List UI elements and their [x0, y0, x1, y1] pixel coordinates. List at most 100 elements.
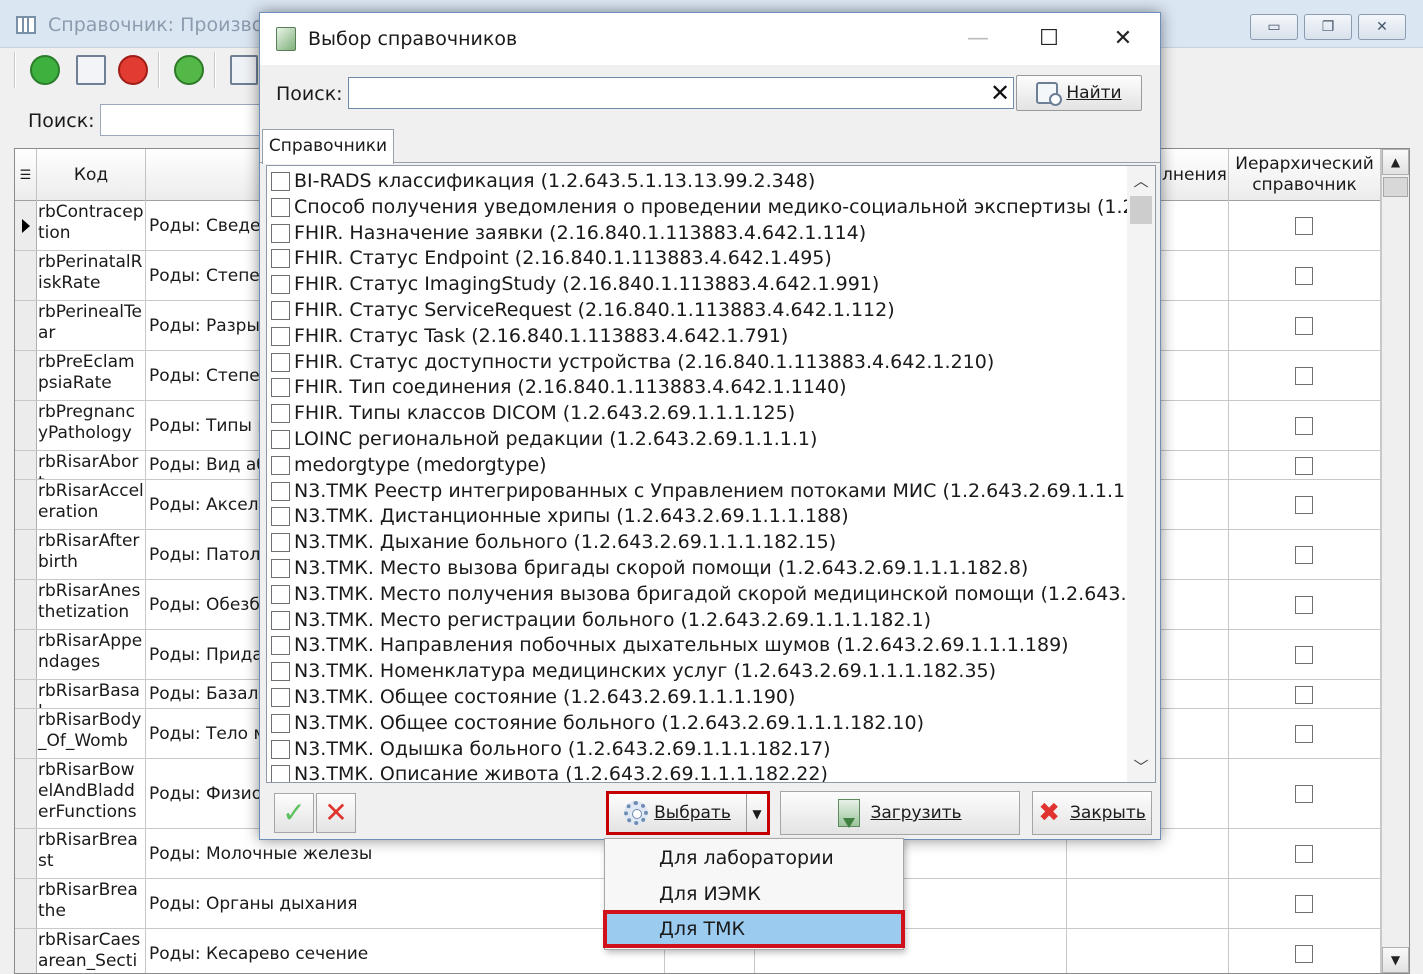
row-indicator[interactable] [15, 680, 37, 708]
row-indicator[interactable] [15, 451, 37, 479]
dropdown-item[interactable]: Для лаборатории [605, 841, 903, 875]
row-indicator[interactable] [15, 351, 37, 400]
list-item[interactable]: N3.ТМК. Дыхание больного (1.2.643.2.69.1… [267, 529, 1129, 555]
list-item-checkbox[interactable] [271, 610, 290, 630]
column-header-code[interactable]: Код [37, 149, 146, 201]
scroll-thumb[interactable] [1383, 177, 1408, 197]
row-indicator[interactable] [15, 829, 37, 878]
list-item-checkbox[interactable] [271, 688, 290, 707]
list-item[interactable]: LOINC региональной редакции (1.2.643.2.6… [267, 426, 1129, 452]
list-item-checkbox[interactable] [271, 249, 290, 269]
hierarchical-checkbox[interactable] [1295, 417, 1313, 435]
list-item[interactable]: N3.ТМК. Место получения вызова бригадой … [267, 581, 1129, 607]
check-all-button[interactable]: ✓ [274, 793, 314, 833]
row-indicator[interactable] [15, 251, 37, 300]
list-item-checkbox[interactable] [271, 301, 290, 320]
chevron-down-icon[interactable]: ﹀ [1127, 754, 1155, 780]
list-item[interactable]: N3.ТМК. Место вызова бригады скорой помо… [267, 555, 1129, 581]
list-item-checkbox[interactable] [271, 559, 290, 578]
tab-catalogs[interactable]: Справочники [262, 129, 394, 164]
scroll-up-icon[interactable]: ▲ [1382, 149, 1409, 175]
hierarchical-checkbox[interactable] [1295, 945, 1313, 963]
hierarchical-checkbox[interactable] [1295, 267, 1313, 285]
row-indicator[interactable] [15, 759, 37, 828]
chevron-up-icon[interactable]: ︿ [1127, 168, 1155, 194]
list-item[interactable]: N3.ТМК Реестр интегрированных с Управлен… [267, 478, 1129, 504]
properties-icon[interactable] [76, 55, 106, 85]
hierarchical-checkbox[interactable] [1295, 646, 1313, 664]
row-indicator[interactable] [15, 480, 37, 529]
column-header-hierarchical[interactable]: Иерархический справочник [1229, 149, 1381, 201]
hierarchical-checkbox[interactable] [1295, 496, 1313, 514]
refresh-icon[interactable] [174, 55, 204, 85]
minimize-button[interactable]: ▭ [1250, 14, 1298, 40]
list-scrollbar[interactable]: ︿ ﹀ [1127, 166, 1155, 782]
grid-scrollbar[interactable]: ▲ ▼ [1381, 149, 1409, 973]
find-button[interactable]: Найти [1016, 75, 1142, 111]
list-item[interactable]: N3.ТМК. Одышка больного (1.2.643.2.69.1.… [267, 736, 1129, 762]
list-item[interactable]: N3.ТМК. Дистанционные хрипы (1.2.643.2.6… [267, 503, 1129, 529]
hierarchical-checkbox[interactable] [1295, 686, 1313, 704]
list-item[interactable]: N3.ТМК. Номенклатура медицинских услуг (… [267, 658, 1129, 684]
hierarchical-checkbox[interactable] [1295, 367, 1313, 385]
delete-icon[interactable] [118, 55, 148, 85]
list-item[interactable]: N3.ТМК. Описание живота (1.2.643.2.69.1.… [267, 761, 1129, 782]
hierarchical-checkbox[interactable] [1295, 317, 1313, 335]
list-item[interactable]: FHIR. Статус ImagingStudy (2.16.840.1.11… [267, 271, 1129, 297]
dialog-maximize-button[interactable]: ☐ [1026, 23, 1072, 55]
list-item[interactable]: FHIR. Типы классов DICOM (1.2.643.2.69.1… [267, 400, 1129, 426]
list-item[interactable]: FHIR. Статус ServiceRequest (2.16.840.1.… [267, 297, 1129, 323]
list-item-checkbox[interactable] [271, 584, 290, 604]
row-indicator[interactable] [15, 580, 37, 629]
hierarchical-checkbox[interactable] [1295, 457, 1313, 475]
list-item-checkbox[interactable] [271, 404, 290, 424]
dropdown-item[interactable]: Для ИЭМК [605, 877, 903, 911]
list-item-checkbox[interactable] [271, 455, 290, 475]
hierarchical-checkbox[interactable] [1295, 845, 1313, 863]
add-icon[interactable] [30, 55, 60, 85]
list-item-checkbox[interactable] [271, 223, 290, 243]
row-indicator[interactable] [15, 201, 37, 250]
dialog-close-button[interactable]: ✕ [1100, 23, 1146, 55]
list-item-checkbox[interactable] [271, 430, 290, 449]
bg-search-input[interactable] [100, 104, 270, 136]
close-window-button[interactable]: ✕ [1358, 14, 1406, 40]
select-split-button[interactable]: Выбрать ▼ [606, 791, 770, 835]
hierarchical-checkbox[interactable] [1295, 217, 1313, 235]
close-button[interactable]: ✖ Закрыть [1032, 791, 1152, 835]
row-indicator[interactable] [15, 301, 37, 350]
list-item-checkbox[interactable] [271, 507, 290, 527]
row-indicator[interactable] [15, 709, 37, 758]
hierarchical-checkbox[interactable] [1295, 785, 1313, 803]
list-item-checkbox[interactable] [271, 172, 290, 191]
list-item-checkbox[interactable] [271, 765, 290, 782]
clear-search-icon[interactable]: ✕ [986, 79, 1014, 107]
list-item-checkbox[interactable] [271, 739, 290, 759]
list-item-checkbox[interactable] [271, 197, 290, 217]
grid-icon[interactable] [230, 55, 258, 85]
list-item-checkbox[interactable] [271, 662, 290, 682]
uncheck-all-button[interactable]: ✕ [316, 793, 356, 833]
list-item[interactable]: BI-RADS классификация (1.2.643.5.1.13.13… [267, 168, 1129, 194]
column-menu-icon[interactable]: ☰ [15, 149, 37, 201]
scroll-down-icon[interactable]: ▼ [1382, 947, 1409, 973]
list-item-checkbox[interactable] [271, 275, 290, 295]
list-item-checkbox[interactable] [271, 352, 290, 372]
row-indicator[interactable] [15, 879, 37, 928]
list-item[interactable]: FHIR. Статус доступности устройства (2.1… [267, 349, 1129, 375]
select-button[interactable]: Выбрать [609, 794, 747, 832]
list-scroll-thumb[interactable] [1130, 196, 1152, 224]
row-indicator[interactable] [15, 929, 37, 973]
row-indicator[interactable] [15, 401, 37, 450]
hierarchical-checkbox[interactable] [1295, 596, 1313, 614]
hierarchical-checkbox[interactable] [1295, 546, 1313, 564]
dialog-minimize-button[interactable]: — [955, 23, 1001, 55]
hierarchical-checkbox[interactable] [1295, 895, 1313, 913]
list-item[interactable]: FHIR. Статус Task (2.16.840.1.113883.4.6… [267, 323, 1129, 349]
list-item-checkbox[interactable] [271, 713, 290, 733]
list-item[interactable]: N3.ТМК. Общее состояние больного (1.2.64… [267, 710, 1129, 736]
row-indicator[interactable] [15, 530, 37, 579]
list-item[interactable]: N3.ТМК. Место регистрации больного (1.2.… [267, 607, 1129, 633]
dropdown-item[interactable]: Для ТМК [603, 910, 905, 948]
list-item[interactable]: Способ получения уведомления о проведени… [267, 194, 1129, 220]
